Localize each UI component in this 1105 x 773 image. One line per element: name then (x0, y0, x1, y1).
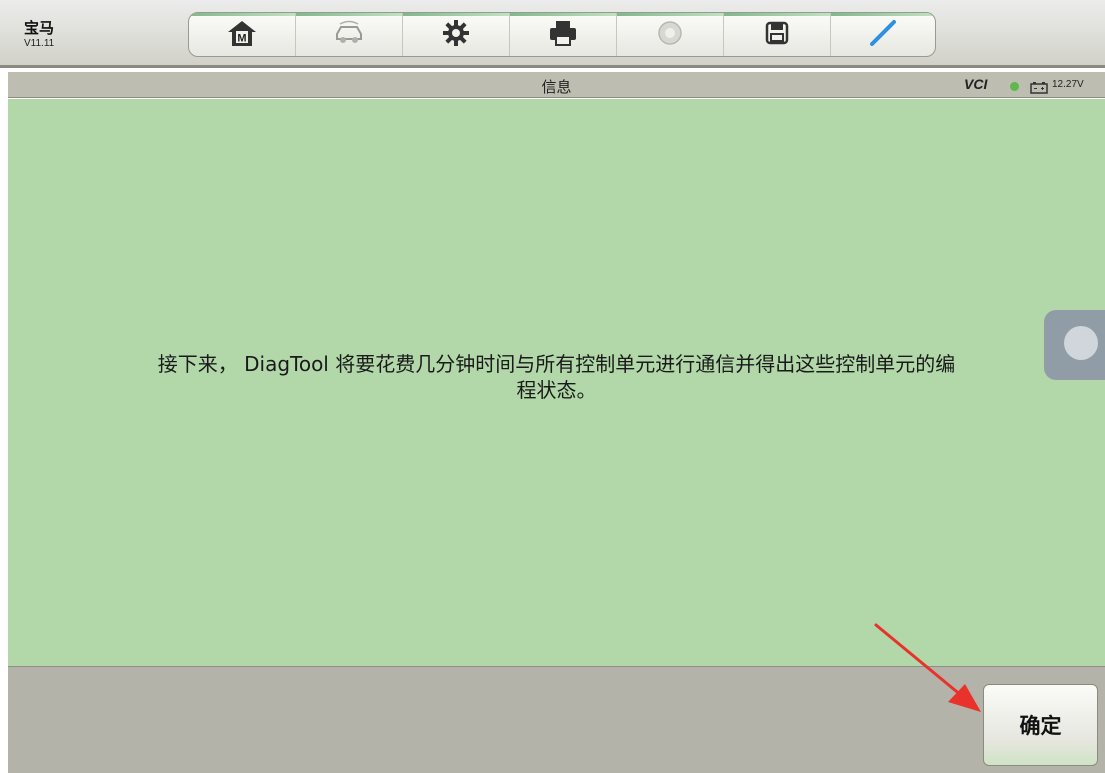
svg-text:M: M (237, 32, 246, 44)
vehicle-button[interactable] (296, 13, 403, 56)
info-message-line-2: 程状态。 (516, 378, 597, 402)
save-icon (764, 20, 790, 50)
print-button[interactable] (510, 13, 617, 56)
home-button[interactable]: M (189, 13, 296, 56)
app-name: 宝马 (24, 19, 55, 37)
status-row: 信息 VCI 12.27V (8, 72, 1105, 98)
save-button[interactable] (724, 13, 831, 56)
help-icon (657, 20, 683, 50)
settings-button[interactable] (403, 13, 510, 56)
battery-voltage: 12.27V (1052, 79, 1084, 90)
gear-icon (442, 19, 470, 51)
top-bar: 宝马 V11.11 M (0, 0, 1105, 68)
annotate-button[interactable] (831, 13, 935, 56)
help-button[interactable] (617, 13, 724, 56)
printer-icon (547, 19, 579, 51)
pen-icon (866, 18, 900, 52)
topbar-divider (0, 65, 1105, 68)
app-version: V11.11 (24, 38, 55, 49)
page-title: 信息 (541, 78, 572, 96)
info-message-line-1: 接下来， DiagTool 将要花费几分钟时间与所有控制单元进行通信并得出这些控… (157, 352, 956, 376)
vci-connected-icon (1010, 82, 1019, 91)
footer-bar (8, 666, 1105, 773)
confirm-button[interactable]: 确定 (983, 684, 1098, 766)
message-area: 接下来， DiagTool 将要花费几分钟时间与所有控制单元进行通信并得出这些控… (8, 99, 1105, 666)
vci-label: VCI (964, 76, 988, 92)
home-icon: M (225, 18, 259, 52)
battery-icon (1030, 79, 1048, 98)
floating-ball-icon (1064, 326, 1098, 360)
info-message: 接下来， DiagTool 将要花费几分钟时间与所有控制单元进行通信并得出这些控… (8, 351, 1105, 403)
toolbar: M (188, 12, 936, 57)
diagnostic-app-window: 宝马 V11.11 M 信息 VCI 12.27V 接下来， DiagTool … (0, 0, 1105, 773)
vehicle-icon (332, 20, 366, 50)
